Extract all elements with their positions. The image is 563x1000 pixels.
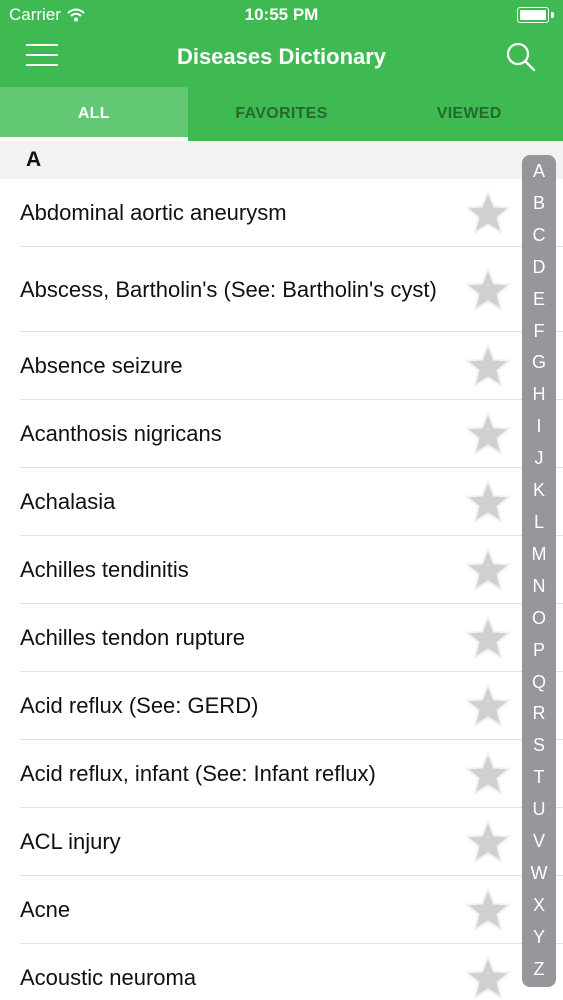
status-bar: Carrier 10:55 PM	[0, 0, 563, 30]
favorite-star-icon[interactable]	[464, 479, 512, 525]
list-item-label: Acanthosis nigricans	[20, 421, 222, 446]
favorite-star-icon[interactable]	[464, 887, 512, 933]
favorite-star-icon[interactable]	[464, 751, 512, 797]
list-item[interactable]: Acoustic neuroma	[0, 944, 563, 1000]
index-letter-e[interactable]: E	[533, 289, 545, 309]
favorite-star-icon[interactable]	[464, 411, 512, 457]
list-item-label: Acid reflux, infant (See: Infant reflux)	[20, 761, 376, 786]
index-letter-k[interactable]: K	[533, 480, 545, 500]
index-letter-f[interactable]: F	[534, 321, 545, 341]
index-letter-x[interactable]: X	[533, 895, 545, 915]
favorite-star-icon[interactable]	[464, 955, 512, 1000]
alphabet-index[interactable]: ABCDEFGHIJKLMNOPQRSTUVWXYZ	[522, 155, 556, 987]
index-letter-u[interactable]: U	[533, 799, 546, 819]
section-header: A	[0, 141, 563, 179]
index-letter-v[interactable]: V	[533, 831, 545, 851]
list-item[interactable]: Achilles tendinitis	[0, 536, 563, 604]
list-item-label: Abscess, Bartholin's (See: Bartholin's c…	[20, 276, 437, 302]
list-item[interactable]: Acid reflux (See: GERD)	[0, 672, 563, 740]
index-letter-w[interactable]: W	[531, 863, 548, 883]
favorite-star-icon[interactable]	[464, 615, 512, 661]
list-item[interactable]: Abdominal aortic aneurysm	[0, 179, 563, 247]
tab-bar: ALL FAVORITES VIEWED	[0, 87, 563, 141]
index-letter-t[interactable]: T	[534, 767, 545, 787]
index-letter-a[interactable]: A	[533, 161, 545, 181]
list-item-label: Acid reflux (See: GERD)	[20, 693, 259, 718]
list-item[interactable]: Acanthosis nigricans	[0, 400, 563, 468]
favorite-star-icon[interactable]	[464, 190, 512, 236]
index-letter-s[interactable]: S	[533, 735, 545, 755]
navigation-bar: Diseases Dictionary	[0, 30, 563, 87]
tab-all[interactable]: ALL	[0, 87, 188, 141]
favorite-star-icon[interactable]	[464, 683, 512, 729]
list-item[interactable]: Abscess, Bartholin's (See: Bartholin's c…	[0, 247, 563, 332]
list-item-label: Achilles tendon rupture	[20, 625, 246, 650]
list-item-label: Absence seizure	[20, 353, 183, 378]
list-item-label: ACL injury	[20, 829, 121, 854]
search-icon	[506, 42, 536, 72]
tab-viewed[interactable]: VIEWED	[375, 87, 563, 141]
tab-favorites[interactable]: FAVORITES	[188, 87, 376, 141]
page-title: Diseases Dictionary	[176, 44, 387, 69]
list-item[interactable]: Acne	[0, 876, 563, 944]
app-screen: Carrier 10:55 PM Diseases Dictionary ALL…	[0, 0, 563, 1000]
index-letter-j[interactable]: J	[535, 448, 544, 468]
list-item-label: Achalasia	[20, 489, 116, 514]
favorite-star-icon[interactable]	[464, 819, 512, 865]
index-letter-p[interactable]: P	[533, 640, 545, 660]
list-item[interactable]: Absence seizure	[0, 332, 563, 400]
index-letter-d[interactable]: D	[533, 257, 546, 277]
index-letter-r[interactable]: R	[533, 703, 546, 723]
index-letter-m[interactable]: M	[532, 544, 547, 564]
index-letter-z[interactable]: Z	[534, 959, 545, 979]
index-letter-n[interactable]: N	[533, 576, 546, 596]
index-letter-g[interactable]: G	[532, 352, 546, 372]
list-item-label: Acne	[20, 897, 71, 922]
index-letter-q[interactable]: Q	[532, 672, 546, 692]
favorite-star-icon[interactable]	[464, 267, 512, 313]
list-item-label: Achilles tendinitis	[20, 557, 189, 582]
index-letter-y[interactable]: Y	[533, 927, 545, 947]
search-button[interactable]	[505, 41, 537, 73]
index-letter-c[interactable]: C	[533, 225, 546, 245]
list-item-label: Abdominal aortic aneurysm	[20, 200, 287, 225]
index-letter-i[interactable]: I	[536, 416, 541, 436]
list-item[interactable]: Acid reflux, infant (See: Infant reflux)	[0, 740, 563, 808]
index-letter-o[interactable]: O	[532, 608, 546, 628]
favorite-star-icon[interactable]	[464, 343, 512, 389]
index-letter-b[interactable]: B	[533, 193, 545, 213]
list-item[interactable]: ACL injury	[0, 808, 563, 876]
index-letter-h[interactable]: H	[533, 384, 546, 404]
list-item[interactable]: Achalasia	[0, 468, 563, 536]
list-item-label: Acoustic neuroma	[20, 965, 197, 990]
list-item[interactable]: Achilles tendon rupture	[0, 604, 563, 672]
status-time: 10:55 PM	[244, 5, 319, 24]
favorite-star-icon[interactable]	[464, 547, 512, 593]
disease-list: Abdominal aortic aneurysm Abscess, Barth…	[0, 179, 563, 1000]
battery-icon	[517, 7, 554, 23]
index-letter-l[interactable]: L	[534, 512, 544, 532]
